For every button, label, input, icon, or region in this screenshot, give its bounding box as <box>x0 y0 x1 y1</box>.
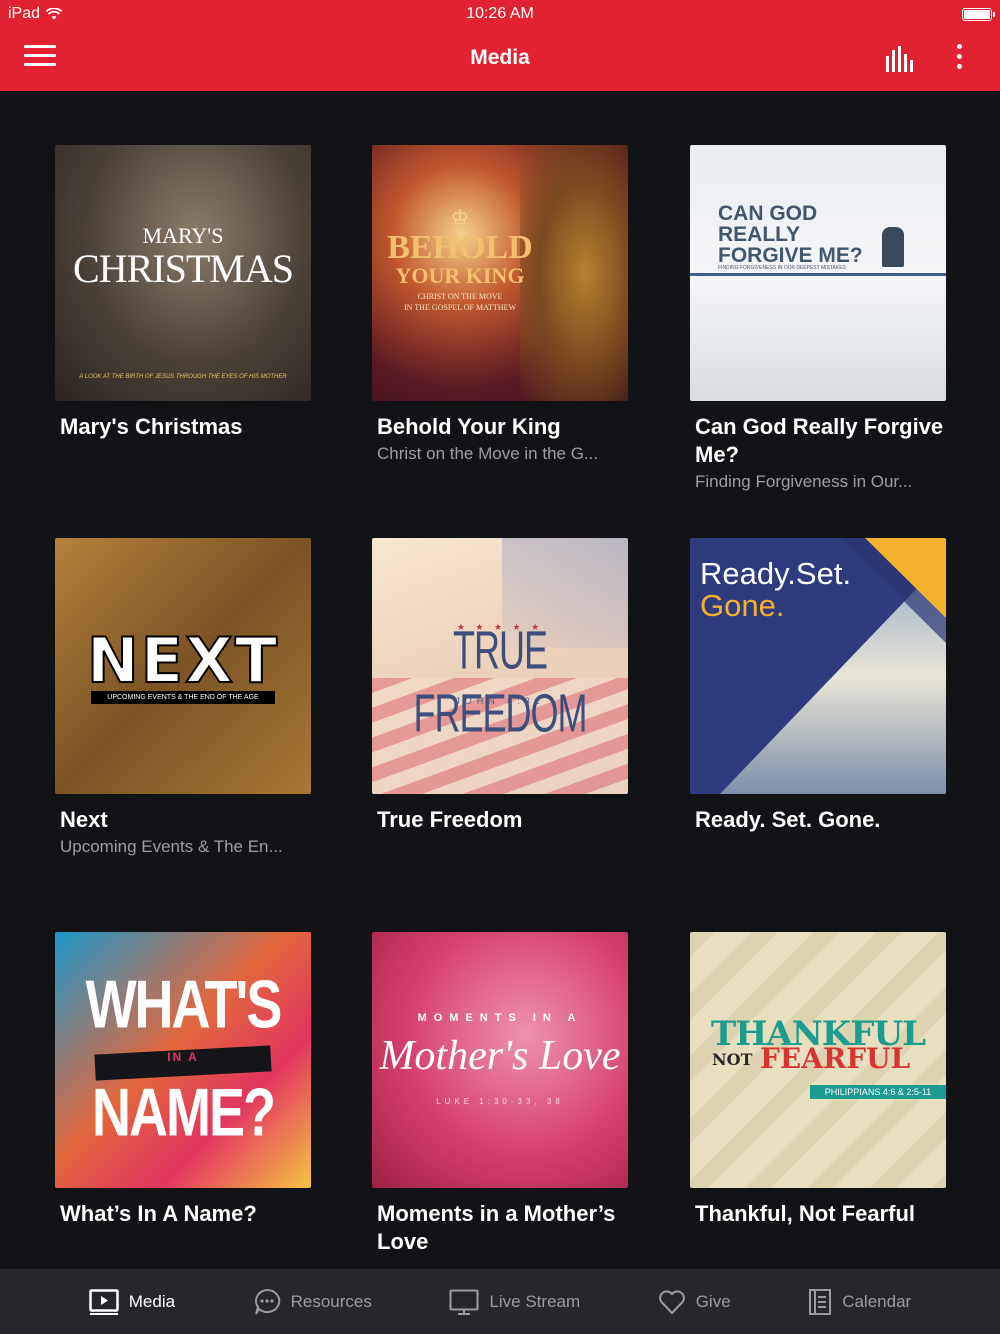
art-text: YOUR KING <box>395 263 525 288</box>
series-artwork: ★ ★ ★ ★ ★ TRUE FREEDOM JOHN 8:32 <box>372 538 628 794</box>
art-text: FINDING FORGIVENESS IN OUR DEEPEST MISTA… <box>718 265 846 271</box>
more-vertical-icon[interactable] <box>950 44 968 74</box>
chat-bubble-icon <box>254 1288 280 1315</box>
art-text: UPCOMING EVENTS & THE END OF THE AGE <box>91 691 275 704</box>
art-text: REALLY <box>718 223 801 246</box>
card-title: Mary's Christmas <box>60 414 243 439</box>
media-card-moments-in-a-mothers-love[interactable]: MOMENTS IN A Mother's Love LUKE 1:30-33,… <box>372 932 628 1256</box>
art-text: Ready.Set. <box>700 556 852 591</box>
heart-icon <box>658 1289 685 1314</box>
art-text: JOHN 8:32 <box>455 696 545 706</box>
art-text: CAN GOD <box>718 202 818 225</box>
card-title: What’s In A Name? <box>60 1201 257 1226</box>
status-time: 10:26 AM <box>466 5 534 22</box>
card-subtitle: Finding Forgiveness in Our... <box>695 472 913 491</box>
card-title: Moments in a Mother’s Love <box>377 1201 616 1254</box>
series-artwork: WHAT'S IN A NAME? <box>55 932 311 1188</box>
art-text: LUKE 1:30-33, 38 <box>436 1097 564 1106</box>
calendar-icon <box>809 1288 832 1315</box>
card-title: Behold Your King <box>377 414 561 439</box>
art-text: NOT <box>712 1050 753 1069</box>
art-text: CHRIST ON THE MOVE <box>417 292 503 301</box>
art-text: Gone. <box>700 588 785 623</box>
art-text: FORGIVE ME? <box>718 244 863 267</box>
person-figure <box>882 227 904 267</box>
crown-icon: ♔ <box>451 207 469 229</box>
card-title: Thankful, Not Fearful <box>695 1201 915 1226</box>
tab-label: Give <box>695 1291 731 1311</box>
art-text: Mother's Love <box>379 1033 621 1079</box>
tab-label: Media <box>128 1291 176 1311</box>
media-card-thankful-not-fearful[interactable]: THANKFUL NOT FEARFUL PHILIPPIANS 4:6 & 2… <box>690 932 946 1228</box>
media-card-true-freedom[interactable]: ★ ★ ★ ★ ★ TRUE FREEDOM JOHN 8:32 True Fr… <box>372 538 628 834</box>
app-header: iPad 10:26 AM Media <box>0 0 1000 91</box>
art-text: IN A <box>167 1050 199 1064</box>
art-text: MOMENTS IN A <box>417 1012 583 1024</box>
media-grid: MARY'S CHRISTMAS A LOOK AT THE BIRTH OF … <box>0 91 1000 1269</box>
art-text: BEHOLD <box>387 229 533 266</box>
series-artwork: MARY'S CHRISTMAS A LOOK AT THE BIRTH OF … <box>55 145 311 401</box>
tab-give[interactable]: Give <box>658 1289 731 1315</box>
card-subtitle: Upcoming Events & The En... <box>60 837 283 856</box>
series-artwork: CAN GOD REALLY FORGIVE ME? FINDING FORGI… <box>690 145 946 401</box>
tab-media[interactable]: Media <box>89 1288 176 1315</box>
media-card-whats-in-a-name[interactable]: WHAT'S IN A NAME? What’s In A Name? <box>55 932 311 1228</box>
series-artwork: ♔ BEHOLD YOUR KING CHRIST ON THE MOVE IN… <box>372 145 628 401</box>
tab-live-stream[interactable]: Live Stream <box>449 1289 580 1315</box>
series-artwork: NEXT UPCOMING EVENTS & THE END OF THE AG… <box>55 538 311 794</box>
bottom-tab-bar: Media Resources Live Stream Give Calenda… <box>0 1269 1000 1334</box>
battery-icon <box>962 8 995 21</box>
tab-label: Calendar <box>842 1291 912 1311</box>
tab-calendar[interactable]: Calendar <box>808 1288 911 1316</box>
art-text: PHILIPPIANS 4:6 & 2:5-11 <box>810 1085 946 1099</box>
media-card-can-god-really-forgive-me[interactable]: CAN GOD REALLY FORGIVE ME? FINDING FORGI… <box>690 145 946 493</box>
art-text: CHRISTMAS <box>73 246 294 291</box>
series-artwork: THANKFUL NOT FEARFUL PHILIPPIANS 4:6 & 2… <box>690 932 946 1188</box>
art-text: WHAT'S <box>85 967 283 1043</box>
tab-resources[interactable]: Resources <box>253 1288 372 1316</box>
card-title: Can God Really Forgive Me? <box>695 414 944 467</box>
card-subtitle: Christ on the Move in the G... <box>377 444 599 463</box>
tab-label: Resources <box>290 1291 372 1311</box>
art-text: A LOOK AT THE BIRTH OF JESUS THROUGH THE… <box>79 374 287 380</box>
horizon-line <box>690 273 946 276</box>
media-card-behold-your-king[interactable]: ♔ BEHOLD YOUR KING CHRIST ON THE MOVE IN… <box>372 145 628 465</box>
card-title: Ready. Set. Gone. <box>695 807 881 832</box>
art-text: NAME? <box>92 1075 276 1151</box>
media-card-next[interactable]: NEXT UPCOMING EVENTS & THE END OF THE AG… <box>55 538 311 858</box>
art-text: NEXT <box>86 623 280 698</box>
art-text: FEARFUL <box>760 1042 911 1075</box>
card-title: Next <box>60 807 108 832</box>
monitor-icon <box>449 1289 479 1315</box>
art-text: TRUE FREEDOM <box>413 619 588 744</box>
page-title: Media <box>470 46 530 69</box>
media-card-marys-christmas[interactable]: MARY'S CHRISTMAS A LOOK AT THE BIRTH OF … <box>55 145 311 441</box>
tab-label: Live Stream <box>489 1291 581 1311</box>
media-card-ready-set-gone[interactable]: Ready.Set. Gone. Ready. Set. Gone. <box>690 538 946 834</box>
series-artwork: Ready.Set. Gone. <box>690 538 946 794</box>
media-play-icon <box>89 1288 119 1315</box>
series-artwork: MOMENTS IN A Mother's Love LUKE 1:30-33,… <box>372 932 628 1188</box>
art-text: IN THE GOSPEL OF MATTHEW <box>404 303 516 312</box>
audio-bars-icon[interactable] <box>884 46 918 72</box>
card-title: True Freedom <box>377 807 523 832</box>
